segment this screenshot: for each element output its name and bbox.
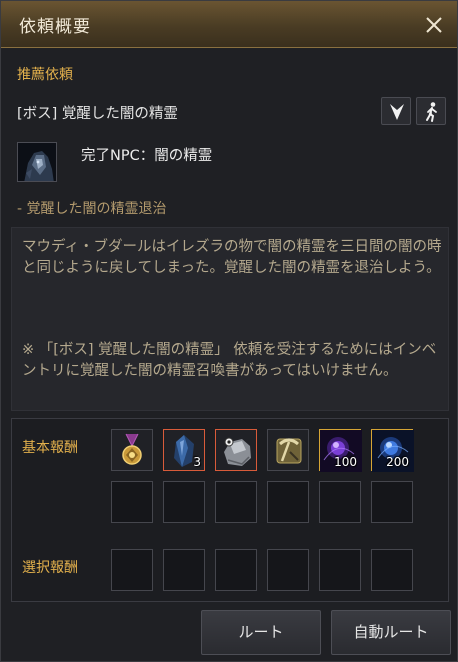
empty-reward-slot [111,481,153,523]
quest-note: ※ 「[ボス] 覚醒した闇の精霊」 依頼を受注するためにはインベントリに覚醒した… [22,342,437,379]
empty-select-reward-slot [267,549,309,591]
reward-slot-pickaxe[interactable] [267,429,309,471]
quest-name: [ボス] 覚醒した闇の精霊 [17,106,178,122]
quest-description: マウディ・ブダールはイレズラの物で闇の精霊を三日間の闇の時と同じように戻してしま… [22,239,442,276]
reward-count: 3 [193,455,201,469]
auto-route-button[interactable]: 自動ルート [331,610,451,655]
empty-reward-slot [267,481,309,523]
empty-reward-slot [163,481,205,523]
reward-slot-blue-orb[interactable]: 200 [371,429,414,472]
reward-count: 200 [386,455,409,469]
basic-reward-label: 基本報酬 [22,440,78,456]
reward-slot-medal[interactable] [111,429,153,471]
empty-reward-slot [319,481,361,523]
reward-slot-blue-crystal[interactable]: 3 [163,429,205,471]
reward-slot-stone[interactable] [215,429,257,471]
empty-select-reward-slot [371,549,413,591]
dark-spirit-portrait-icon [18,143,56,181]
title-bar: 依頼概要 [1,1,457,48]
description-box: マウディ・ブダールはイレズラの物で闇の精霊を三日間の闇の時と同じように戻してしま… [11,227,449,411]
reward-count: 100 [334,455,357,469]
completion-npc-label: 完了NPC：闇の精霊 [81,148,213,164]
select-reward-label: 選択報酬 [22,560,78,576]
stone-icon [224,437,251,466]
close-button[interactable] [419,10,449,40]
reward-panel: 基本報酬 選択報酬 3 100 200 [11,418,449,602]
close-icon [426,17,442,33]
walking-person-icon [426,102,437,122]
npc-portrait [17,142,57,182]
empty-select-reward-slot [319,549,361,591]
empty-reward-slot [215,481,257,523]
quest-summary-window: 依頼概要 推薦依頼 [ボス] 覚醒した闇の精霊 完了NPC：闇の精霊 - 覚醒し… [0,0,458,662]
window-title: 依頼概要 [19,17,91,37]
auto-walk-button[interactable] [416,97,446,125]
reward-slot-purple-orb[interactable]: 100 [319,429,362,472]
empty-reward-slot [371,481,413,523]
navigation-arrow-icon [390,104,404,120]
quest-objective: - 覚醒した闇の精霊退治 [17,201,167,217]
empty-select-reward-slot [163,549,205,591]
medal-icon [122,433,142,465]
route-button[interactable]: ルート [201,610,321,655]
quest-category: 推薦依頼 [17,67,73,83]
pickaxe-icon [276,438,302,464]
empty-select-reward-slot [215,549,257,591]
empty-select-reward-slot [111,549,153,591]
navigate-button[interactable] [381,97,411,125]
